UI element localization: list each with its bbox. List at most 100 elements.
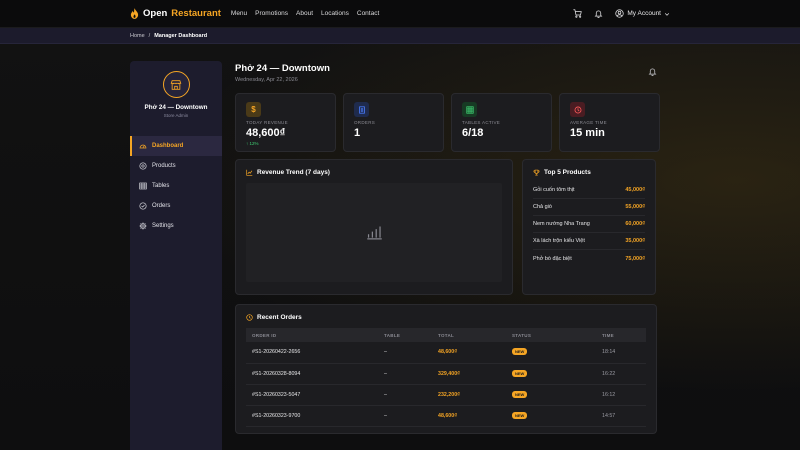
bar-chart-icon [366,226,382,240]
stat-value: 1 [354,127,361,139]
sidebar-item-dashboard[interactable]: Dashboard [130,136,222,156]
sidebar-item-settings[interactable]: Settings [130,216,222,236]
order-total: 232,200₫ [432,384,506,406]
page-date: Wednesday, Apr 22, 2026 [235,77,298,83]
gauge-icon [139,144,147,149]
brand-logo[interactable]: Open Restaurant [130,8,221,19]
list-icon [139,202,147,210]
column-header[interactable]: TOTAL [432,328,506,342]
stat-value: 6/18 [462,127,484,139]
column-header[interactable]: STATUS [506,328,596,342]
product-price: 45,000₫ [625,187,645,193]
breadcrumb-home[interactable]: Home [130,33,145,39]
product-row[interactable]: Nem nướng Nha Trang 60,000₫ [533,216,645,233]
brand-name-open: Open [143,8,168,19]
order-total: 48,600₫ [432,405,506,427]
order-status: NEW [506,384,596,406]
breadcrumb-separator: / [148,32,151,39]
breadcrumb-current: Manager Dashboard [154,32,208,39]
sidebar-item-label: Settings [152,223,174,229]
stat-label: TABLES ACTIVE [462,120,501,125]
nav-link-menu[interactable]: Menu [231,10,247,17]
order-time: 16:22 [596,363,646,385]
stat-card-tables: TABLES ACTIVE 6/18 [451,93,552,152]
stat-label: ORDERS [354,120,376,125]
table-grid-icon [462,102,477,117]
flame-icon [130,8,139,19]
sidebar-item-label: Orders [152,203,171,209]
box-icon [139,162,147,170]
column-header[interactable]: ORDER ID [246,328,378,342]
column-header[interactable]: TIME [596,328,646,342]
product-name: Chả giò [533,204,552,210]
order-id: #S1-20260323-5047 [246,384,378,406]
order-status: NEW [506,363,596,385]
product-name: Nem nướng Nha Trang [533,221,590,227]
order-table: – [378,342,432,364]
sidebar-item-label: Tables [152,183,170,189]
order-time: 18:14 [596,342,646,364]
store-avatar [162,71,190,98]
product-row[interactable]: Xà lách trộn kiểu Việt 35,000₫ [533,233,645,250]
nav-link-locations[interactable]: Locations [321,10,349,17]
status-badge: NEW [512,348,528,356]
order-time: 16:12 [596,384,646,406]
notification-bell-icon[interactable] [648,67,657,76]
table-row[interactable]: #S1-20260323-5047 – 232,200₫ NEW 16:12 [246,384,646,406]
product-price: 60,000₫ [625,221,645,227]
stat-value: 15 min [570,127,605,139]
product-price: 55,000₫ [625,204,645,210]
table-row[interactable]: #S1-20260323-9700 – 48,600₫ NEW 14:57 [246,405,646,427]
order-table: – [378,363,432,385]
cart-icon[interactable] [573,9,583,18]
order-total: 329,400₫ [432,363,506,385]
user-icon [615,9,625,18]
gear-icon [139,222,147,230]
sidebar-item-tables[interactable]: Tables [130,176,222,196]
product-price: 35,000₫ [625,238,645,244]
top-navbar: Open Restaurant Menu Promotions About Lo… [0,0,800,28]
stat-card-revenue: $ TODAY REVENUE 48,600₫ ↑ 12% [235,93,336,152]
status-badge: NEW [512,390,528,398]
recent-orders-panel: Recent Orders ORDER ID TABLE TOTAL STATU… [235,304,657,434]
grid-icon [139,182,147,190]
product-row[interactable]: Gỏi cuốn tôm thịt 45,000₫ [533,182,645,199]
sidebar-item-products[interactable]: Products [130,156,222,176]
order-table: – [378,384,432,406]
sidebar: Phở 24 — Downtown Store Admin Dashboard … [130,61,222,450]
stat-label: TODAY REVENUE [246,120,288,125]
panel-title: Top 5 Products [544,169,591,176]
order-id: #S1-20260323-9700 [246,405,378,427]
sidebar-item-orders[interactable]: Orders [130,196,222,216]
brand-name-restaurant: Restaurant [171,8,221,19]
chevron-down-icon [664,12,670,16]
receipt-icon [354,102,369,117]
revenue-trend-panel: Revenue Trend (7 days) [235,159,513,295]
stat-label: AVERAGE TIME [570,120,607,125]
nav-link-contact[interactable]: Contact [357,10,379,17]
order-total: 48,600₫ [432,342,506,364]
line-chart-icon [246,169,253,176]
nav-link-about[interactable]: About [296,10,313,17]
stat-card-avg-time: AVERAGE TIME 15 min [559,93,660,152]
table-row[interactable]: #S1-20260422-2656 – 48,600₫ NEW 18:14 [246,342,646,364]
top-products-panel: Top 5 Products Gỏi cuốn tôm thịt 45,000₫… [522,159,656,295]
sidebar-item-label: Products [152,163,176,169]
account-label: My Account [627,10,661,17]
product-price: 75,000₫ [625,255,645,262]
column-header[interactable]: TABLE [378,328,432,342]
product-name: Xà lách trộn kiểu Việt [533,238,585,244]
account-menu[interactable]: My Account [615,9,670,18]
store-name: Phở 24 — Downtown [144,104,208,111]
product-name: Phở bò đặc biệt [533,255,572,262]
store-icon [170,79,182,90]
dollar-icon: $ [246,102,261,117]
stat-value: 48,600₫ [246,127,286,139]
table-row[interactable]: #S1-20260328-8094 – 329,400₫ NEW 16:22 [246,363,646,385]
product-row[interactable]: Chả giò 55,000₫ [533,199,645,216]
order-time: 14:57 [596,405,646,427]
bell-icon[interactable] [594,9,603,18]
nav-link-promotions[interactable]: Promotions [255,10,288,17]
stat-delta: ↑ 12% [246,141,259,146]
product-row[interactable]: Phở bò đặc biệt 75,000₫ [533,250,645,267]
